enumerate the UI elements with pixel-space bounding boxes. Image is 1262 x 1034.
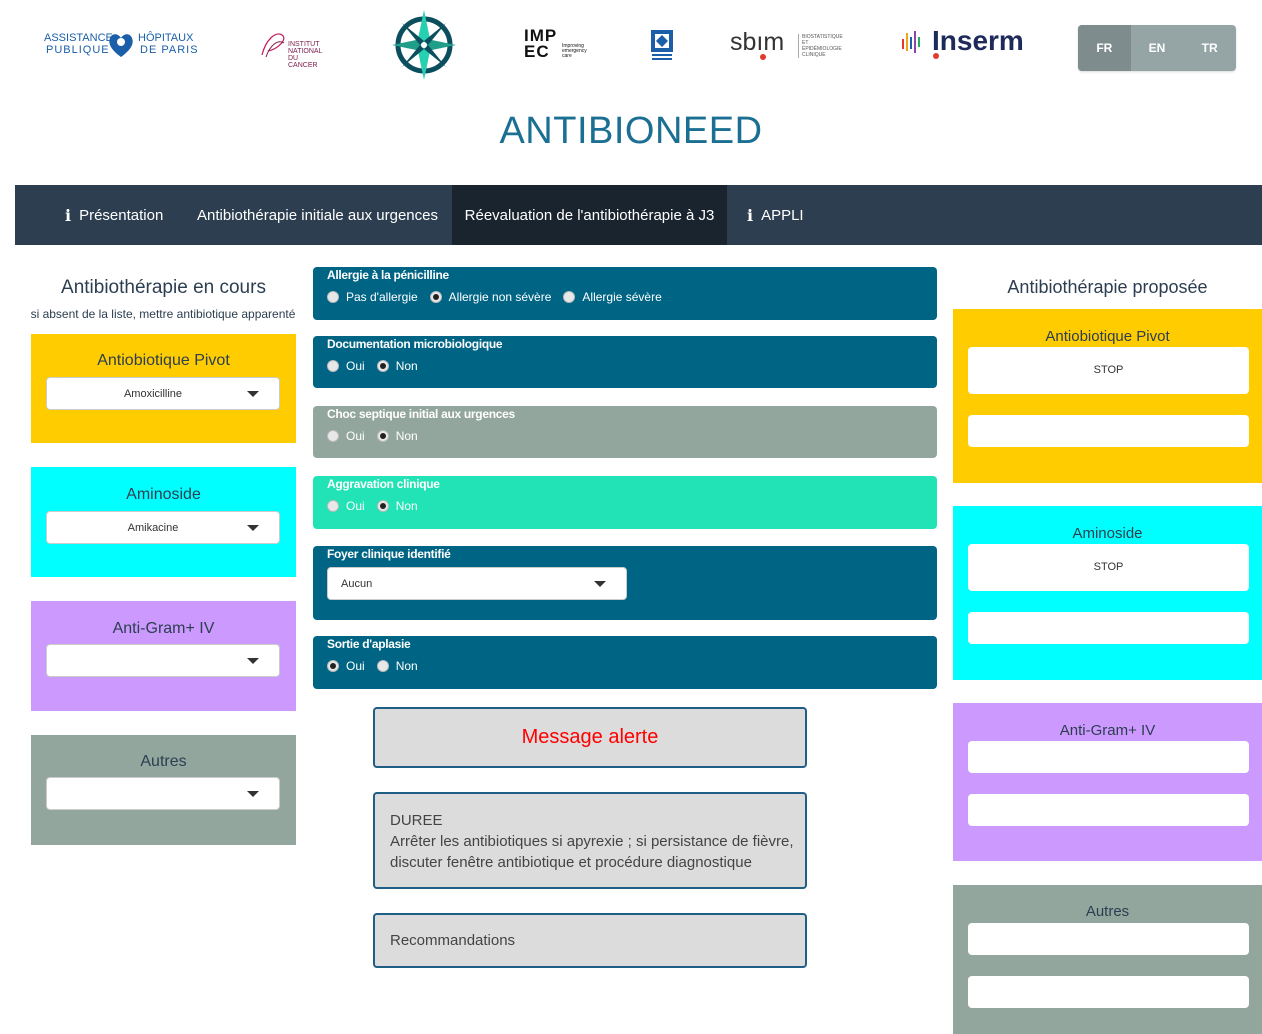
proposed-antigram-value-2 [968,794,1249,826]
lang-button-fr[interactable]: FR [1078,25,1131,71]
app-title: ANTIBIONEED [499,110,763,152]
duree-title: DUREE [390,812,443,829]
inserm-logo: Inserm [902,25,1027,63]
info-icon: i [747,205,754,225]
inca-logo: INSTITUT NATIONAL DU CANCER [258,27,322,69]
current-antigram-panel: Anti-Gram+ IV [31,601,296,711]
question-foyer-clinique: Foyer clinique identifié Aucun [313,546,937,620]
impec-logo: IMP EC Improving emergency care [524,26,587,61]
proposed-autres-value-2 [968,976,1249,1008]
inca-ribbon-icon [261,33,285,58]
question-choc-septique: Choc septique initial aux urgences Oui N… [313,406,937,458]
radio-aplasie-oui[interactable]: Oui [327,659,365,673]
current-antigram-select[interactable] [46,644,280,677]
proposed-pivot-value-2 [968,415,1249,447]
fr-flag-icon: FR [1096,41,1113,55]
foyer-clinique-select[interactable]: Aucun [327,567,627,600]
recommandations-box: Recommandations [373,913,807,968]
left-column-subtitle: si absent de la liste, mettre antibiotiq… [30,307,296,321]
alert-message: Message alerte [521,726,659,748]
lang-button-en[interactable]: EN [1131,25,1184,71]
proposed-aminoside-value: STOP [968,544,1249,591]
radio-doc-non[interactable]: Non [376,359,418,373]
aphp-heart-icon [109,34,133,57]
radio-pas-allergie[interactable]: Pas d'allergie [327,290,418,304]
compass-logo-icon [390,8,458,82]
left-column-title: Antibiothérapie en cours [61,277,266,298]
tab-appli[interactable]: i APPLI [747,185,804,245]
proposed-pivot-panel: Antiobiotique Pivot STOP [953,309,1262,483]
chevron-down-icon [247,391,259,397]
duree-line-1: Arrêter les antibiotiques si apyrexie ; … [390,833,794,850]
chevron-down-icon [247,525,259,531]
radio-aplasie-non[interactable]: Non [376,659,418,673]
proposed-autres-panel: Autres [953,885,1262,1034]
radio-choc-oui[interactable]: Oui [327,429,365,443]
language-switcher: FR EN TR [1078,25,1236,71]
main-navbar: i Présentation Antibiothérapie initiale … [15,185,1262,245]
radio-doc-oui[interactable]: Oui [327,359,365,373]
current-autres-select[interactable] [46,777,280,810]
current-aminoside-panel: Aminoside Amikacine [31,467,296,577]
duree-box: DUREE Arrêter les antibiotiques si apyre… [373,792,807,889]
right-column-title: Antibiothérapie proposée [1007,277,1208,297]
tab-reevaluation-j3[interactable]: Réevaluation de l'antibiothérapie à J3 [452,185,727,245]
question-allergie: Allergie à la pénicilline Pas d'allergie… [313,267,937,320]
current-aminoside-select[interactable]: Amikacine [46,511,280,544]
tr-flag-icon: TR [1201,41,1218,55]
proposed-aminoside-value-2 [968,612,1249,644]
sbim-logo: sbım BIOSTATISTIQUE ET ÉPIDÉMIOLOGIE CLI… [730,28,845,62]
duree-line-2: discuter fenêtre antibiotique et procédu… [390,854,752,871]
current-pivot-panel: Antiobiotique Pivot Amoxicilline [31,334,296,443]
question-sortie-aplasie: Sortie d'aplasie Oui Non [313,636,937,689]
inserm-bars-icon [902,31,920,53]
alert-message-box: Message alerte [373,707,807,768]
radio-allergie-non-severe[interactable]: Allergie non sévère [429,290,551,304]
aphp-logo: ASSISTANCE PUBLIQUE HÔPITAUX DE PARIS [44,28,199,62]
tab-presentation[interactable]: i Présentation [65,185,163,245]
radio-aggravation-non[interactable]: Non [376,499,418,513]
chevron-down-icon [247,658,259,664]
radio-choc-non[interactable]: Non [376,429,418,443]
proposed-antigram-panel: Anti-Gram+ IV [953,703,1262,861]
lang-button-tr[interactable]: TR [1183,25,1236,71]
proposed-aminoside-panel: Aminoside STOP [953,506,1262,680]
recommandations-label: Recommandations [390,932,516,949]
question-documentation: Documentation microbiologique Oui Non [313,336,937,388]
proposed-pivot-value: STOP [968,347,1249,394]
radio-allergie-severe[interactable]: Allergie sévère [563,290,662,304]
institution-emblem-icon [650,29,674,61]
radio-aggravation-oui[interactable]: Oui [327,499,365,513]
proposed-antigram-value [968,741,1249,773]
current-autres-panel: Autres [31,735,296,845]
proposed-autres-value [968,923,1249,955]
tab-antibiotherapie-initiale[interactable]: Antibiothérapie initiale aux urgences [197,185,438,245]
question-aggravation: Aggravation clinique Oui Non [313,476,937,529]
logo-bar: ASSISTANCE PUBLIQUE HÔPITAUX DE PARIS IN… [0,0,1262,95]
current-pivot-select[interactable]: Amoxicilline [46,377,280,410]
chevron-down-icon [247,791,259,797]
info-icon: i [65,205,72,225]
chevron-down-icon [594,581,606,587]
en-flag-icon: EN [1148,41,1166,55]
